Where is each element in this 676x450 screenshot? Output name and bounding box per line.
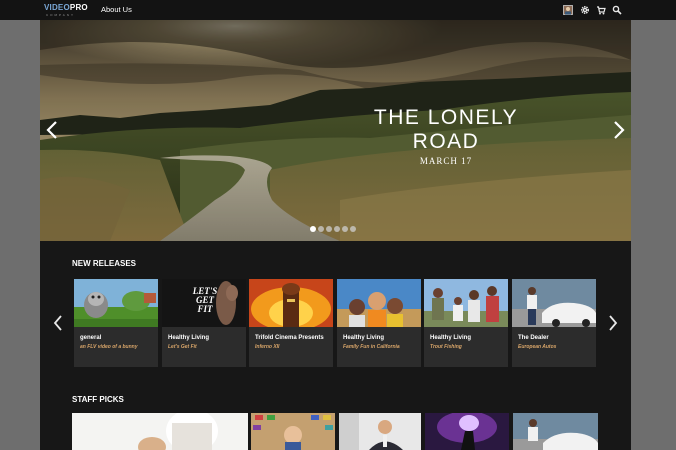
card-title: Healthy Living <box>168 335 210 341</box>
video-card[interactable]: LET'S GET FIT Healthy Living Let's Get F… <box>162 279 246 367</box>
logo-text-part: PRO <box>69 3 88 12</box>
new-releases-heading: NEW RELEASES <box>72 259 137 268</box>
staff-pick-thumbnail[interactable] <box>72 413 248 450</box>
card-subtitle: Inferno XII <box>255 344 280 350</box>
carousel-dot[interactable] <box>326 226 332 232</box>
gear-icon[interactable] <box>580 5 590 15</box>
logo-subtext: COMPANY <box>46 13 75 17</box>
video-card[interactable]: Healthy Living Family Fun in California <box>337 279 421 367</box>
video-card[interactable]: The Dealer European Autos <box>512 279 596 367</box>
carousel-dot[interactable] <box>310 226 316 232</box>
hero-title-line-2: ROAD <box>412 130 480 153</box>
video-thumbnail <box>337 279 421 327</box>
card-title: Healthy Living <box>343 335 385 341</box>
card-subtitle: an FLV video of a bunny <box>80 344 138 350</box>
video-card[interactable]: general an FLV video of a bunny <box>74 279 158 367</box>
video-thumbnail: LET'S GET FIT <box>162 279 246 327</box>
logo-text: VIDEOPRO <box>44 3 88 12</box>
carousel-prev-arrow-icon[interactable] <box>45 120 59 140</box>
video-thumbnail <box>249 279 333 327</box>
card-title: Healthy Living <box>430 335 472 341</box>
user-avatar-icon[interactable] <box>563 5 573 15</box>
search-icon[interactable] <box>612 5 622 15</box>
carousel-dot[interactable] <box>342 226 348 232</box>
carousel-indicators <box>310 226 360 234</box>
staff-picks-heading: STAFF PICKS <box>72 395 124 404</box>
staff-pick-thumbnail[interactable] <box>513 413 598 450</box>
thumbnail-fit-line-3: FIT <box>197 304 213 314</box>
video-thumbnail <box>424 279 508 327</box>
card-title: general <box>80 335 102 341</box>
card-subtitle: Let's Get Fit <box>168 344 197 350</box>
carousel-dot[interactable] <box>334 226 340 232</box>
video-thumbnail <box>512 279 596 327</box>
staff-pick-thumbnail[interactable] <box>339 413 421 450</box>
hero-carousel[interactable]: THE LONELY ROAD MARCH 17 <box>40 20 631 241</box>
video-card[interactable]: Healthy Living Trout Fishing <box>424 279 508 367</box>
hero-landscape-image <box>40 20 631 241</box>
staff-pick-thumbnail[interactable] <box>251 413 335 450</box>
hero-date: MARCH 17 <box>419 156 473 166</box>
new-releases-prev-arrow-icon[interactable] <box>51 313 65 333</box>
thumbnail-fit-title: LET'S GET FIT <box>190 287 220 314</box>
staff-pick-thumbnail[interactable] <box>425 413 509 450</box>
card-title: The Dealer <box>518 335 549 341</box>
cart-icon[interactable] <box>596 5 606 15</box>
new-releases-next-arrow-icon[interactable] <box>606 313 620 333</box>
top-navigation-bar: VIDEOPRO COMPANY About Us <box>0 0 676 20</box>
card-subtitle: Family Fun in California <box>343 344 400 350</box>
main-content: THE LONELY ROAD MARCH 17 NEW RELEASES ge… <box>40 20 631 450</box>
nav-about-us-link[interactable]: About Us <box>101 5 132 15</box>
carousel-dot[interactable] <box>350 226 356 232</box>
carousel-next-arrow-icon[interactable] <box>612 120 626 140</box>
card-subtitle: European Autos <box>518 344 557 350</box>
carousel-dot[interactable] <box>318 226 324 232</box>
card-title: Trifold Cinema Presents <box>255 335 324 341</box>
hero-title-line-1: THE LONELY <box>373 106 519 129</box>
site-logo[interactable]: VIDEOPRO COMPANY <box>44 3 90 17</box>
hero-title: THE LONELY ROAD <box>351 106 541 154</box>
card-subtitle: Trout Fishing <box>430 344 462 350</box>
video-thumbnail <box>74 279 158 327</box>
video-card[interactable]: Trifold Cinema Presents Inferno XII <box>249 279 333 367</box>
logo-text-part: VIDEO <box>44 3 70 12</box>
